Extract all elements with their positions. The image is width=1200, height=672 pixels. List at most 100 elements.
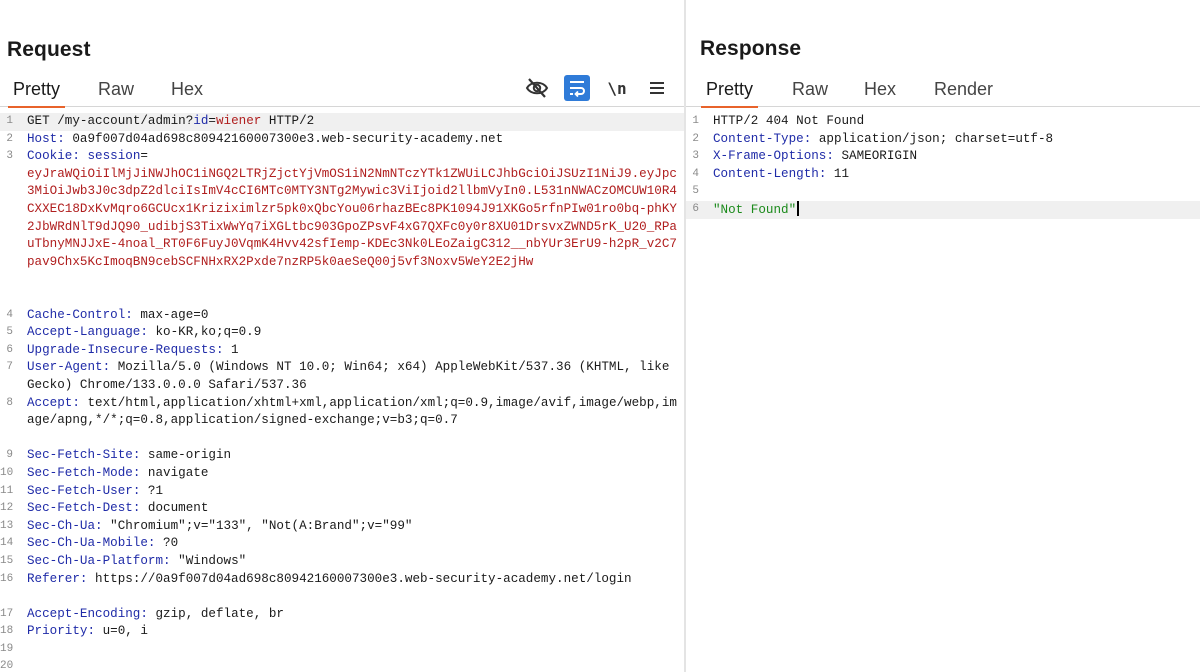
response-line: 1 HTTP/2 404 Not Found: [686, 113, 1200, 131]
http-method: GET: [27, 114, 50, 128]
request-tab-pretty[interactable]: Pretty: [8, 79, 66, 108]
request-line: 18 Priority: u=0, i: [0, 623, 684, 641]
request-line-code: Accept-Encoding: gzip, deflate, br: [27, 606, 680, 624]
request-title: Request: [7, 38, 91, 61]
line-number: 15: [0, 554, 14, 567]
request-line: 3 Cookie: session= eyJraWQiOiIlMjJiNWJhOC1…: [0, 148, 684, 306]
header-name: Sec-Ch-Ua: [27, 518, 96, 533]
header-value: ko-KR,ko;q=0.9: [147, 325, 262, 340]
header-name: Upgrade-Insecure-Requests: [27, 342, 216, 357]
header-value: SAMEORIGIN: [833, 149, 918, 164]
request-line-code: GET /my-account/admin?id=wiener HTTP/2: [27, 113, 680, 131]
request-editor[interactable]: 1 GET /my-account/admin?id=wiener HTTP/2 2…: [0, 113, 684, 672]
header-colon: :: [72, 149, 80, 164]
request-tab-raw[interactable]: Raw: [93, 79, 139, 106]
hamburger-menu-icon: [650, 82, 664, 94]
response-title: Response: [700, 37, 802, 60]
header-name: Cache-Control: [27, 307, 126, 322]
hide-toggle-button[interactable]: [524, 75, 550, 101]
line-number: 1: [692, 115, 699, 127]
response-editor[interactable]: 1 HTTP/2 404 Not Found 2 Content-Type: appl…: [686, 113, 1200, 672]
response-line-code: Content-Type: application/json; charset=…: [713, 131, 1196, 149]
status-line: HTTP/2 404 Not Found: [713, 114, 865, 128]
request-line-code: Sec-Ch-Ua-Platform: "Windows": [27, 553, 680, 571]
line-number: 20: [0, 660, 14, 672]
line-number: 16: [0, 572, 14, 585]
header-value: "Windows": [170, 553, 247, 568]
line-number: 4: [692, 167, 699, 180]
header-value: gzip, deflate, br: [147, 606, 284, 621]
header-colon: :: [102, 360, 111, 375]
line-number: 2: [692, 132, 699, 145]
eye-slash-icon: [525, 78, 549, 98]
header-name: X-Frame-Options: [713, 149, 827, 164]
newline-toggle-button[interactable]: \n: [604, 75, 630, 101]
line-number: 12: [0, 502, 14, 515]
request-toolbar: \n: [524, 74, 670, 102]
line-number: 8: [6, 396, 13, 409]
header-colon: :: [826, 149, 834, 164]
request-line: 13 Sec-Ch-Ua: "Chromium";v="133", "Not(A:…: [0, 518, 684, 536]
response-tab-raw[interactable]: Raw: [787, 79, 833, 106]
request-line: 16 Referer: https://0a9f007d04ad698c80942…: [0, 571, 684, 606]
header-colon: :: [72, 395, 80, 410]
request-line: 7 User-Agent: Mozilla/5.0 (Windows NT 10.…: [0, 359, 684, 394]
newline-label: \n: [607, 78, 627, 98]
response-line: 6 "Not Found": [686, 200, 1200, 219]
line-number: 4: [6, 308, 13, 321]
request-line-code: Priority: u=0, i: [27, 623, 680, 641]
request-tab-hex[interactable]: Hex: [166, 79, 208, 106]
line-number: 9: [6, 449, 13, 462]
response-pane: Response Pretty Raw Hex Render 1 HTTP/2 4…: [686, 0, 1200, 672]
request-line: 17 Accept-Encoding: gzip, deflate, br: [0, 606, 684, 624]
response-tab-hex[interactable]: Hex: [859, 79, 901, 106]
request-line: 10 Sec-Fetch-Mode: navigate: [0, 465, 684, 483]
header-colon: :: [125, 307, 133, 322]
header-name: Priority: [27, 624, 88, 639]
request-line: 19: [0, 641, 684, 659]
header-value: ?0: [155, 536, 179, 551]
header-colon: :: [215, 342, 224, 357]
request-menu-button[interactable]: [644, 75, 670, 101]
request-line-code: Host: 0a9f007d04ad698c80942160007300e3.w…: [27, 131, 680, 149]
line-number: 19: [0, 642, 14, 655]
request-line-code: Sec-Fetch-User: ?1: [27, 483, 680, 501]
request-line: 5 Accept-Language: ko-KR,ko;q=0.9: [0, 324, 684, 342]
header-name: Cookie: [27, 149, 73, 164]
response-tab-pretty[interactable]: Pretty: [701, 79, 759, 108]
line-number: 18: [0, 625, 14, 638]
request-line: 6 Upgrade-Insecure-Requests: 1: [0, 342, 684, 360]
header-name: User-Agent: [27, 360, 103, 375]
header-name: Accept-Encoding: [27, 606, 141, 621]
request-line-code: Cookie: session= eyJraWQiOiIlMjJiNWJhOC1i…: [27, 148, 680, 271]
header-colon: :: [87, 624, 96, 639]
response-line: 2 Content-Type: application/json; charset…: [686, 131, 1200, 149]
line-number: 1: [6, 115, 13, 127]
header-value: navigate: [140, 465, 209, 480]
header-name: Sec-Fetch-Site: [27, 448, 133, 463]
word-wrap-button[interactable]: [564, 75, 590, 101]
header-colon: :: [57, 131, 65, 146]
header-value: u=0, i: [95, 624, 148, 639]
request-line-code: Sec-Ch-Ua-Mobile: ?0: [27, 535, 680, 553]
header-value: 11: [826, 166, 850, 181]
request-pane: Request Pretty Raw Hex \n 1 GET /my-acco…: [0, 0, 684, 672]
request-line-code: Sec-Fetch-Mode: navigate: [27, 465, 680, 483]
header-colon: :: [95, 518, 103, 533]
response-line-code: Content-Length: 11: [713, 166, 1196, 184]
header-value: application/json; charset=utf-8: [811, 131, 1054, 146]
header-value: same-origin: [140, 448, 232, 463]
header-value: max-age=0: [132, 307, 209, 322]
cookie-equals: =: [140, 149, 148, 164]
header-value: ?1: [140, 483, 164, 498]
query-param-value: wiener: [215, 114, 262, 128]
response-tab-render[interactable]: Render: [929, 79, 998, 106]
http-protocol: HTTP/2: [261, 114, 315, 128]
header-name: Sec-Fetch-User: [27, 483, 133, 498]
request-line: 15 Sec-Ch-Ua-Platform: "Windows": [0, 553, 684, 571]
request-line: 12 Sec-Fetch-Dest: document: [0, 500, 684, 518]
cookie-name: session: [87, 149, 141, 164]
request-line-code: Sec-Fetch-Dest: document: [27, 500, 680, 518]
header-value: 0a9f007d04ad698c80942160007300e3.web-sec…: [64, 131, 504, 146]
header-name: Host: [27, 131, 58, 146]
